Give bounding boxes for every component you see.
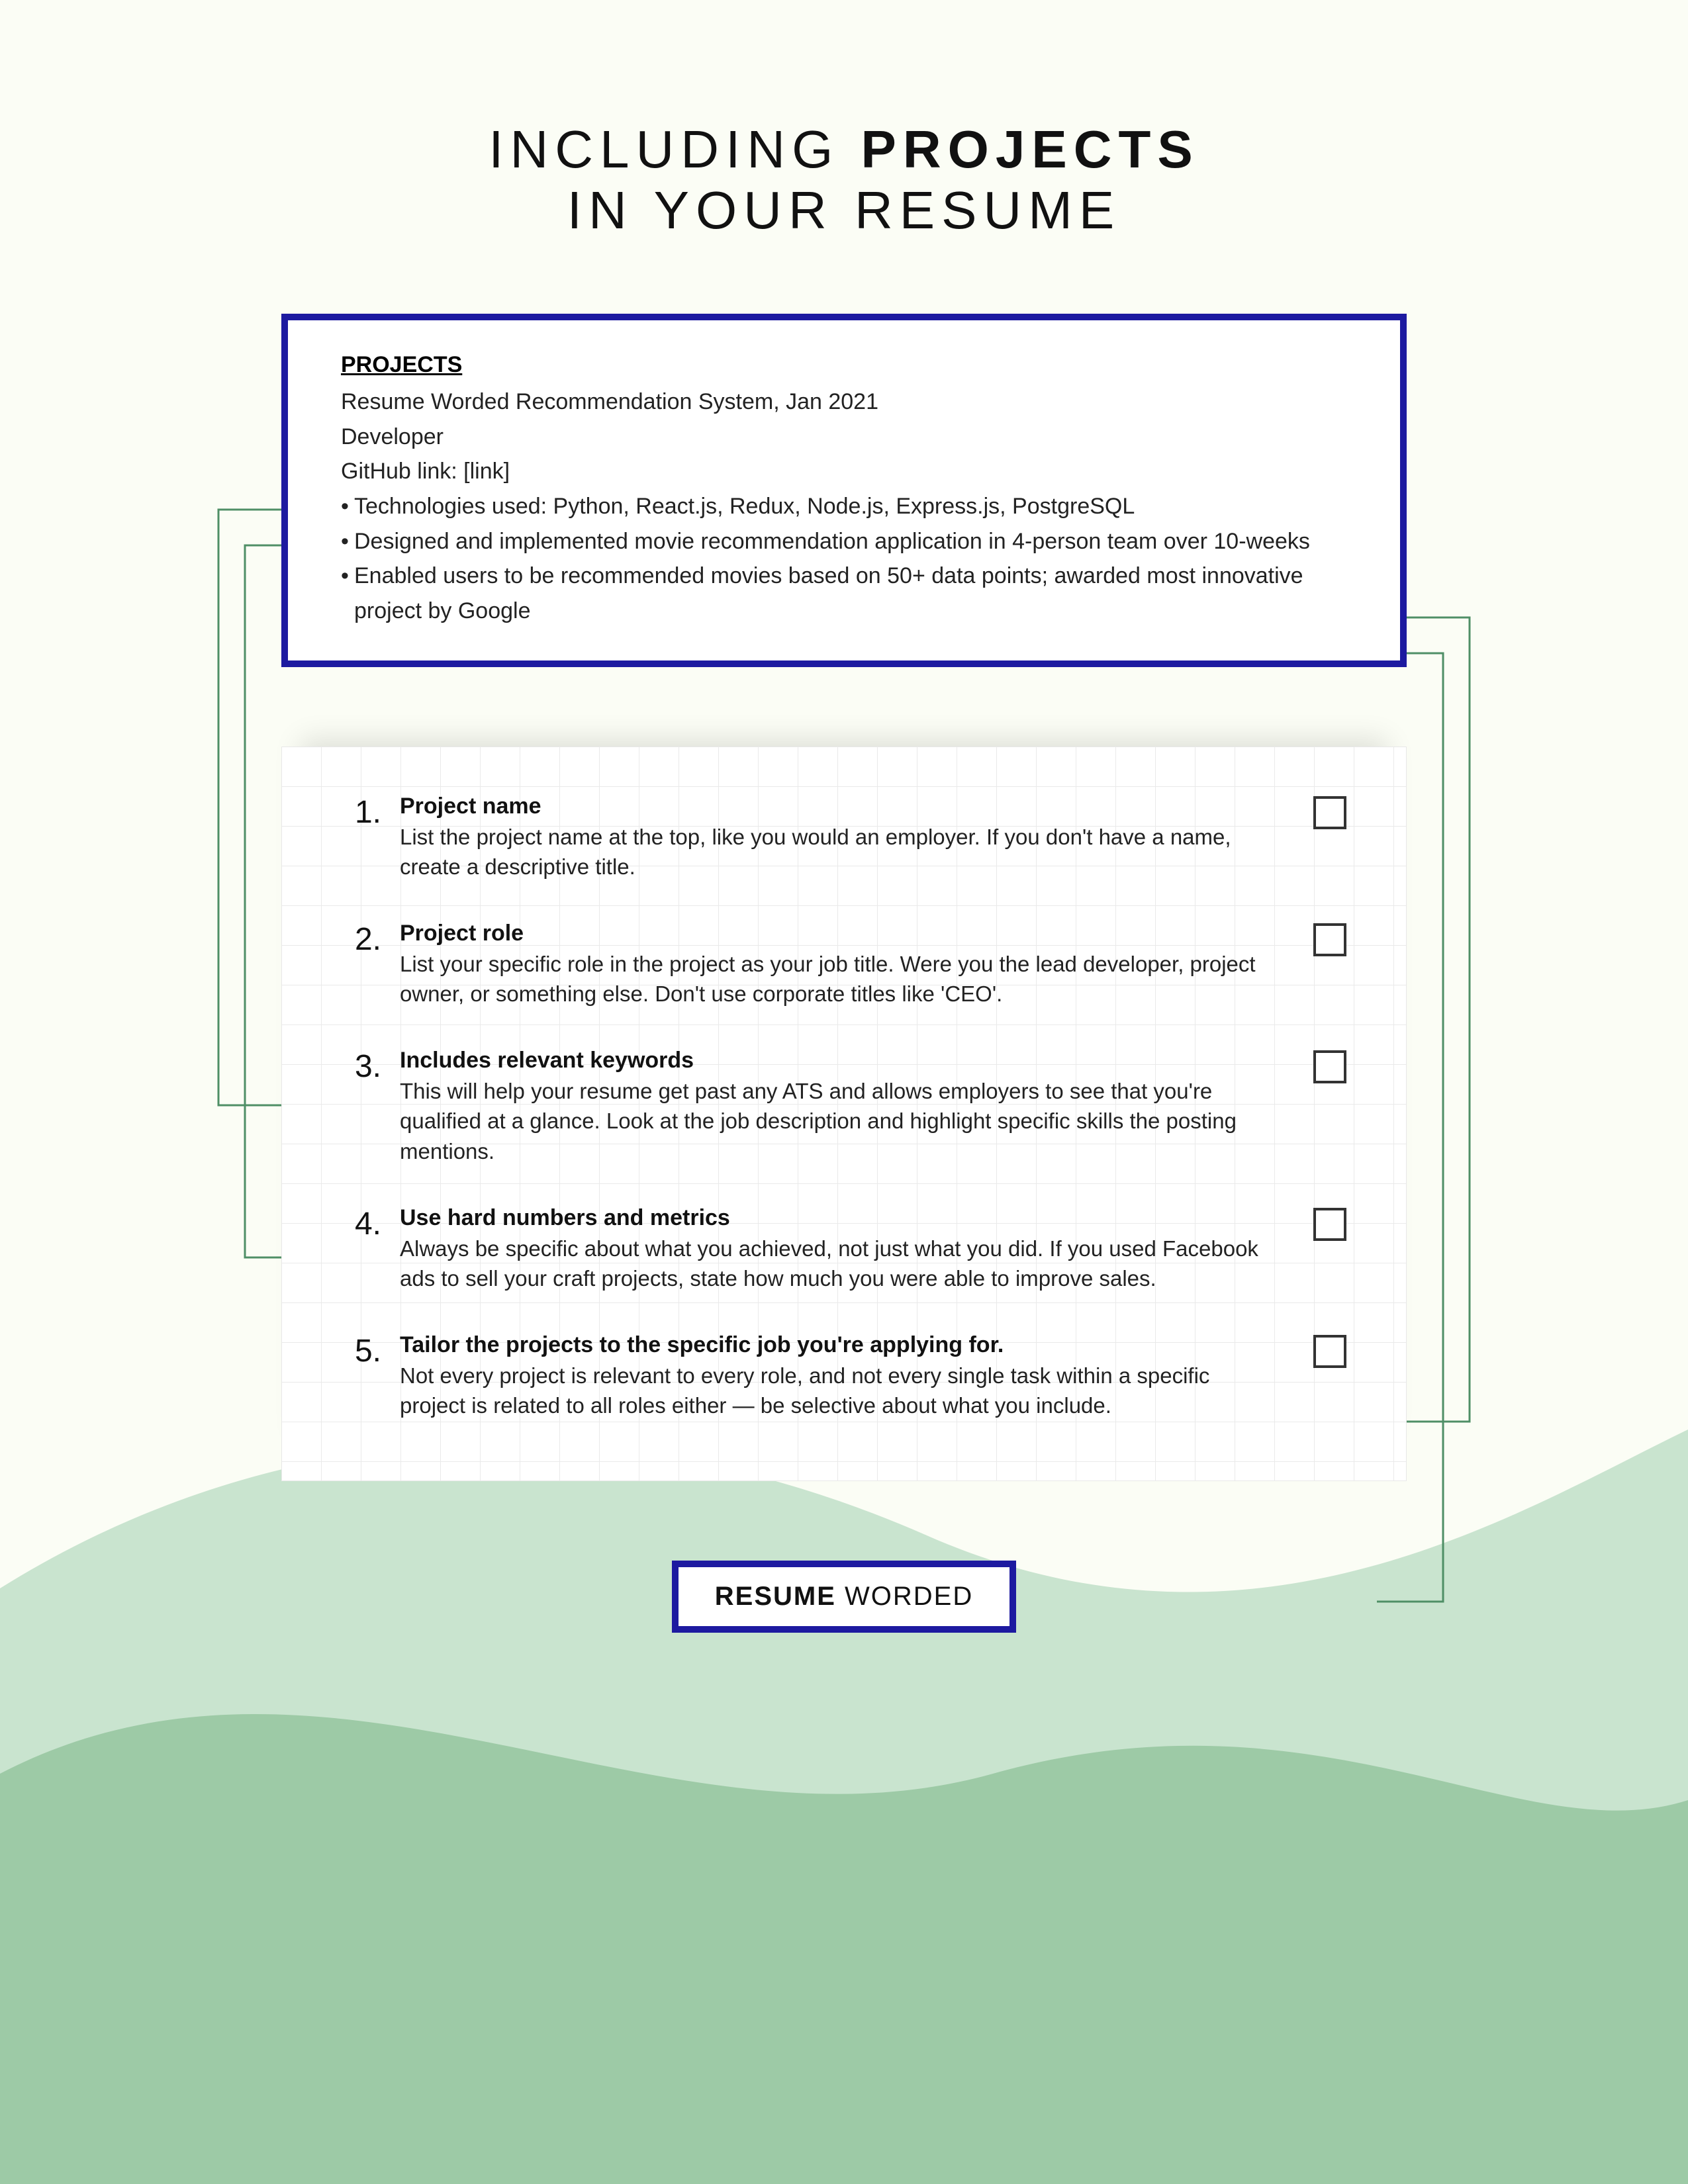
page-title: INCLUDING PROJECTS IN YOUR RESUME — [0, 0, 1688, 241]
example-project-name: Resume Worded Recommendation System, Jan… — [341, 385, 1360, 420]
checklist-title-2: Project role — [400, 921, 1267, 946]
footer-logo: RESUME WORDED — [672, 1561, 1016, 1633]
example-project-role: Developer — [341, 420, 1360, 455]
checklist-desc-4: Always be specific about what you achiev… — [400, 1234, 1267, 1294]
checkbox-3[interactable] — [1313, 1050, 1346, 1083]
checkbox-4[interactable] — [1313, 1208, 1346, 1241]
checklist-desc-5: Not every project is relevant to every r… — [400, 1361, 1267, 1421]
checklist-num-4: 4. — [342, 1205, 381, 1244]
checklist-desc-2: List your specific role in the project a… — [400, 949, 1267, 1009]
example-heading: PROJECTS — [341, 352, 1360, 378]
checklist-box: 1. Project name List the project name at… — [281, 747, 1407, 1481]
checklist-item-1: 1. Project name List the project name at… — [342, 794, 1346, 882]
title-pre: INCLUDING — [489, 120, 861, 179]
example-bullet-3-text: Enabled users to be recommended movies b… — [354, 563, 1303, 623]
footer-light: WORDED — [836, 1582, 973, 1611]
example-bullet-1-text: Technologies used: Python, React.js, Red… — [354, 494, 1135, 519]
example-bullet-3: •Enabled users to be recommended movies … — [341, 559, 1360, 628]
checklist-num-5: 5. — [342, 1332, 381, 1371]
example-box: PROJECTS Resume Worded Recommendation Sy… — [281, 314, 1407, 667]
checklist-title-3: Includes relevant keywords — [400, 1048, 1267, 1073]
checklist-num-1: 1. — [342, 794, 381, 832]
checklist-title-4: Use hard numbers and metrics — [400, 1205, 1267, 1231]
checklist-num-2: 2. — [342, 921, 381, 959]
checklist-desc-1: List the project name at the top, like y… — [400, 822, 1267, 882]
footer-bold: RESUME — [715, 1582, 836, 1611]
checklist-item-5: 5. Tailor the projects to the specific j… — [342, 1332, 1346, 1421]
title-bold: PROJECTS — [861, 120, 1199, 179]
checkbox-5[interactable] — [1313, 1335, 1346, 1368]
checkbox-1[interactable] — [1313, 796, 1346, 829]
checklist-desc-3: This will help your resume get past any … — [400, 1076, 1267, 1167]
checklist-item-4: 4. Use hard numbers and metrics Always b… — [342, 1205, 1346, 1294]
checklist-title-5: Tailor the projects to the specific job … — [400, 1332, 1267, 1358]
title-line-2: IN YOUR RESUME — [0, 180, 1688, 241]
example-bullet-2-text: Designed and implemented movie recommend… — [354, 529, 1310, 554]
checkbox-2[interactable] — [1313, 923, 1346, 956]
example-github-link: GitHub link: [link] — [341, 454, 1360, 489]
checklist-item-2: 2. Project role List your specific role … — [342, 921, 1346, 1009]
example-bullet-1: •Technologies used: Python, React.js, Re… — [341, 489, 1360, 524]
checklist-num-3: 3. — [342, 1048, 381, 1086]
checklist-item-3: 3. Includes relevant keywords This will … — [342, 1048, 1346, 1167]
example-bullet-2: •Designed and implemented movie recommen… — [341, 524, 1360, 559]
checklist-title-1: Project name — [400, 794, 1267, 819]
